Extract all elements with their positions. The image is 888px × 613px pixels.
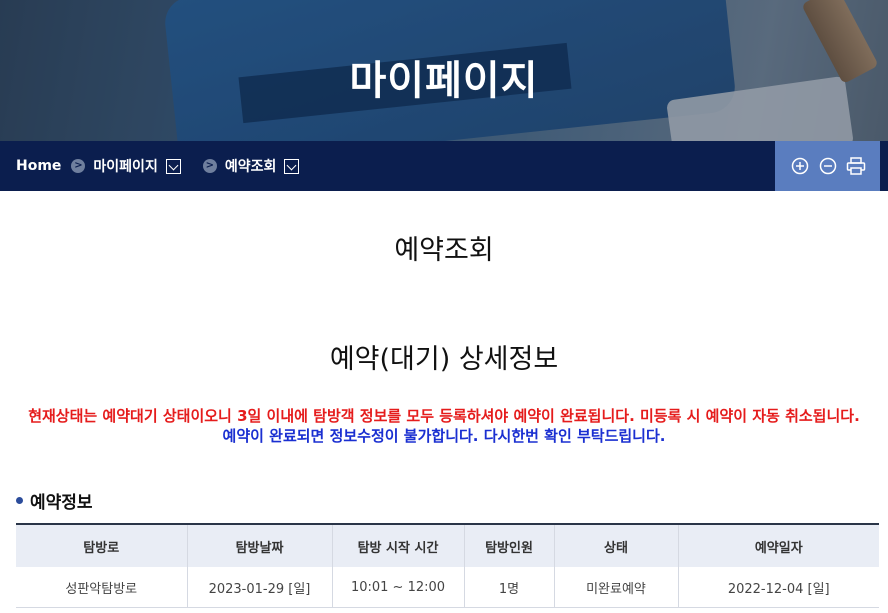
- column-header: 상태: [553, 524, 678, 567]
- notice-info-text: 예약이 완료되면 정보수정이 불가합니다. 다시한번 확인 부탁드립니다.: [222, 427, 666, 445]
- column-header: 탐방 시작 시간: [331, 524, 464, 567]
- page-title: 예약조회: [394, 235, 494, 266]
- breadcrumb-bar: Home > 마이페이지 > 예약조회: [0, 141, 888, 191]
- status-notice: 현재상태는 예약대기 상태이오니 3일 이내에 탐방객 정보를 모두 등록하셔야…: [12, 406, 876, 446]
- breadcrumb-level2[interactable]: 예약조회: [225, 156, 277, 176]
- hero-banner: 마이페이지: [0, 0, 888, 141]
- reservation-date-cell: 2022-12-04 [일]: [677, 567, 879, 608]
- zoom-out-icon[interactable]: [818, 156, 838, 176]
- breadcrumb-level1[interactable]: 마이페이지: [93, 156, 157, 176]
- status-cell: 미완료예약: [553, 567, 678, 608]
- visit-date-cell: 2023-01-29 [일]: [186, 567, 332, 608]
- visitor-count-cell: 1명: [463, 567, 554, 608]
- chevron-down-icon[interactable]: [165, 158, 181, 174]
- column-header: 탐방로: [16, 524, 187, 567]
- zoom-in-icon[interactable]: [790, 156, 810, 176]
- start-time-cell: 10:01 ~ 12:00: [331, 567, 464, 608]
- chevron-right-icon: >: [71, 159, 86, 173]
- column-header: 탐방날짜: [186, 524, 332, 567]
- chevron-down-icon[interactable]: [284, 158, 300, 174]
- chevron-right-icon: >: [202, 159, 217, 173]
- column-header: 탐방인원: [463, 524, 554, 567]
- column-header: 예약일자: [677, 524, 879, 567]
- reservation-info-heading: 예약정보: [16, 488, 93, 513]
- reservation-table: 탐방로 탐방날짜 탐방 시작 시간 탐방인원 상태 예약일자 성판악탐방로 20…: [16, 523, 879, 608]
- table-row: 성판악탐방로 2023-01-29 [일] 10:01 ~ 12:00 1명 미…: [16, 567, 879, 608]
- breadcrumb-home[interactable]: Home: [16, 158, 61, 174]
- breadcrumb: Home > 마이페이지 > 예약조회: [16, 141, 300, 191]
- notice-warning-text: 현재상태는 예약대기 상태이오니 3일 이내에 탐방객 정보를 모두 등록하셔야…: [28, 407, 860, 425]
- print-icon[interactable]: [846, 156, 866, 176]
- trail-cell: 성판악탐방로: [16, 567, 187, 608]
- page-tools: [775, 141, 880, 191]
- detail-title: 예약(대기) 상세정보: [329, 344, 559, 375]
- bullet-icon: [16, 497, 23, 504]
- reservation-info-label: 예약정보: [30, 493, 93, 513]
- table-header-row: 탐방로 탐방날짜 탐방 시작 시간 탐방인원 상태 예약일자: [16, 524, 879, 567]
- hero-title: 마이페이지: [349, 58, 539, 104]
